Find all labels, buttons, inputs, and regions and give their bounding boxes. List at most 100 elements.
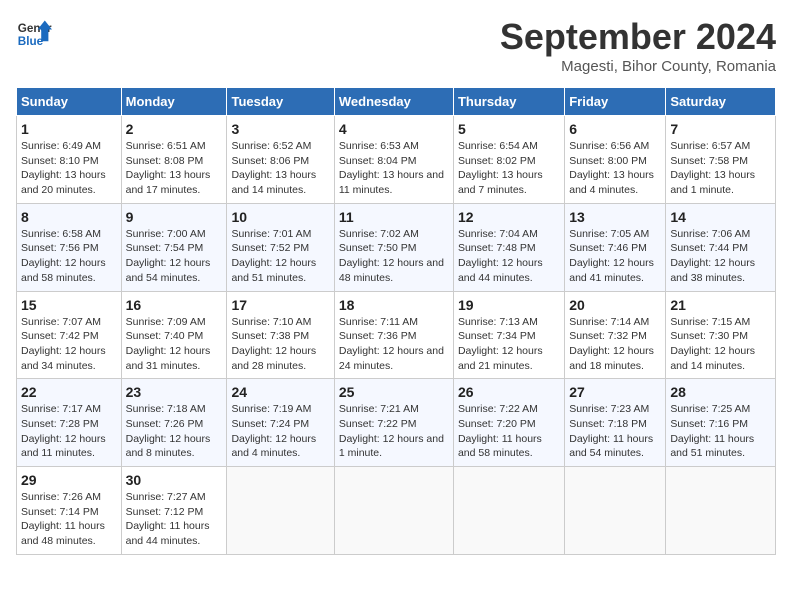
day-number: 8 [21,209,117,225]
day-number: 26 [458,384,560,400]
calendar-cell: 9Sunrise: 7:00 AMSunset: 7:54 PMDaylight… [121,203,227,291]
col-header-friday: Friday [565,88,666,116]
day-number: 12 [458,209,560,225]
calendar-cell: 26 Sunrise: 7:22 AMSunset: 7:20 PMDayligh… [453,379,564,467]
calendar-cell [565,467,666,555]
cell-details: Sunrise: 7:25 AMSunset: 7:16 PMDaylight:… [670,402,771,461]
cell-details: Sunrise: 7:01 AMSunset: 7:52 PMDaylight:… [231,227,329,286]
day-number: 20 [569,297,661,313]
calendar-cell: 23 Sunrise: 7:18 AMSunset: 7:26 PMDayligh… [121,379,227,467]
calendar-cell: 18 Sunrise: 7:11 AMSunset: 7:36 PMDayligh… [334,291,453,379]
calendar-cell: 6 Sunrise: 6:56 AMSunset: 8:00 PMDaylight… [565,116,666,204]
calendar-cell: 13Sunrise: 7:05 AMSunset: 7:46 PMDayligh… [565,203,666,291]
col-header-monday: Monday [121,88,227,116]
calendar-week-2: 8Sunrise: 6:58 AMSunset: 7:56 PMDaylight… [17,203,776,291]
cell-details: Sunrise: 7:26 AMSunset: 7:14 PMDaylight:… [21,490,117,549]
day-number: 24 [231,384,329,400]
cell-details: Sunrise: 7:07 AMSunset: 7:42 PMDaylight:… [21,315,117,374]
day-number: 11 [339,209,449,225]
cell-details: Sunrise: 7:06 AMSunset: 7:44 PMDaylight:… [670,227,771,286]
calendar-cell [334,467,453,555]
calendar-cell: 12 Sunrise: 7:04 AMSunset: 7:48 PMDayligh… [453,203,564,291]
day-number: 4 [339,121,449,137]
cell-details: Sunrise: 6:49 AMSunset: 8:10 PMDaylight:… [21,139,117,198]
calendar-cell: 1 Sunrise: 6:49 AMSunset: 8:10 PMDaylight… [17,116,122,204]
cell-details: Sunrise: 7:18 AMSunset: 7:26 PMDaylight:… [126,402,223,461]
cell-details: Sunrise: 6:54 AMSunset: 8:02 PMDaylight:… [458,139,560,198]
col-header-saturday: Saturday [666,88,776,116]
cell-details: Sunrise: 7:11 AMSunset: 7:36 PMDaylight:… [339,315,449,374]
day-number: 16 [126,297,223,313]
calendar-cell [453,467,564,555]
day-number: 2 [126,121,223,137]
cell-details: Sunrise: 7:00 AMSunset: 7:54 PMDaylight:… [126,227,223,286]
cell-details: Sunrise: 7:21 AMSunset: 7:22 PMDaylight:… [339,402,449,461]
col-header-thursday: Thursday [453,88,564,116]
day-number: 10 [231,209,329,225]
col-header-sunday: Sunday [17,88,122,116]
day-number: 3 [231,121,329,137]
day-number: 5 [458,121,560,137]
calendar-cell [227,467,334,555]
calendar-cell: 14Sunrise: 7:06 AMSunset: 7:44 PMDayligh… [666,203,776,291]
day-number: 29 [21,472,117,488]
calendar-cell: 2 Sunrise: 6:51 AMSunset: 8:08 PMDaylight… [121,116,227,204]
calendar-cell: 24Sunrise: 7:19 AMSunset: 7:24 PMDayligh… [227,379,334,467]
calendar-cell: 16 Sunrise: 7:09 AMSunset: 7:40 PMDayligh… [121,291,227,379]
calendar-week-4: 22Sunrise: 7:17 AMSunset: 7:28 PMDayligh… [17,379,776,467]
day-number: 1 [21,121,117,137]
title-block: September 2024 Magesti, Bihor County, Ro… [500,16,776,75]
day-number: 30 [126,472,223,488]
day-number: 15 [21,297,117,313]
svg-text:Blue: Blue [18,35,44,48]
calendar-cell: 29 Sunrise: 7:26 AMSunset: 7:14 PMDayligh… [17,467,122,555]
cell-details: Sunrise: 6:56 AMSunset: 8:00 PMDaylight:… [569,139,661,198]
calendar-week-5: 29 Sunrise: 7:26 AMSunset: 7:14 PMDayligh… [17,467,776,555]
col-header-wednesday: Wednesday [334,88,453,116]
calendar-cell: 11 Sunrise: 7:02 AMSunset: 7:50 PMDayligh… [334,203,453,291]
calendar-cell: 28 Sunrise: 7:25 AMSunset: 7:16 PMDayligh… [666,379,776,467]
day-number: 21 [670,297,771,313]
cell-details: Sunrise: 6:51 AMSunset: 8:08 PMDaylight:… [126,139,223,198]
col-header-tuesday: Tuesday [227,88,334,116]
calendar-table: SundayMondayTuesdayWednesdayThursdayFrid… [16,87,776,555]
day-number: 27 [569,384,661,400]
calendar-cell: 3Sunrise: 6:52 AMSunset: 8:06 PMDaylight… [227,116,334,204]
calendar-cell: 20 Sunrise: 7:14 AMSunset: 7:32 PMDayligh… [565,291,666,379]
cell-details: Sunrise: 7:04 AMSunset: 7:48 PMDaylight:… [458,227,560,286]
day-number: 18 [339,297,449,313]
cell-details: Sunrise: 7:02 AMSunset: 7:50 PMDaylight:… [339,227,449,286]
calendar-cell: 15 Sunrise: 7:07 AMSunset: 7:42 PMDayligh… [17,291,122,379]
page-title: September 2024 [500,16,776,58]
calendar-cell: 19Sunrise: 7:13 AMSunset: 7:34 PMDayligh… [453,291,564,379]
day-number: 28 [670,384,771,400]
cell-details: Sunrise: 7:09 AMSunset: 7:40 PMDaylight:… [126,315,223,374]
day-number: 23 [126,384,223,400]
cell-details: Sunrise: 7:23 AMSunset: 7:18 PMDaylight:… [569,402,661,461]
calendar-cell: 25 Sunrise: 7:21 AMSunset: 7:22 PMDayligh… [334,379,453,467]
calendar-cell: 21 Sunrise: 7:15 AMSunset: 7:30 PMDayligh… [666,291,776,379]
cell-details: Sunrise: 7:15 AMSunset: 7:30 PMDaylight:… [670,315,771,374]
calendar-cell: 30 Sunrise: 7:27 AMSunset: 7:12 PMDayligh… [121,467,227,555]
day-number: 13 [569,209,661,225]
calendar-week-3: 15 Sunrise: 7:07 AMSunset: 7:42 PMDayligh… [17,291,776,379]
calendar-cell [666,467,776,555]
cell-details: Sunrise: 7:17 AMSunset: 7:28 PMDaylight:… [21,402,117,461]
calendar-cell: 22Sunrise: 7:17 AMSunset: 7:28 PMDayligh… [17,379,122,467]
cell-details: Sunrise: 7:14 AMSunset: 7:32 PMDaylight:… [569,315,661,374]
cell-details: Sunrise: 7:27 AMSunset: 7:12 PMDaylight:… [126,490,223,549]
logo-icon: General Blue [16,16,52,52]
logo: General Blue [16,16,52,52]
cell-details: Sunrise: 6:53 AMSunset: 8:04 PMDaylight:… [339,139,449,198]
cell-details: Sunrise: 7:22 AMSunset: 7:20 PMDaylight:… [458,402,560,461]
cell-details: Sunrise: 7:13 AMSunset: 7:34 PMDaylight:… [458,315,560,374]
calendar-week-1: 1 Sunrise: 6:49 AMSunset: 8:10 PMDaylight… [17,116,776,204]
day-number: 7 [670,121,771,137]
page-subtitle: Magesti, Bihor County, Romania [500,58,776,75]
calendar-cell: 17Sunrise: 7:10 AMSunset: 7:38 PMDayligh… [227,291,334,379]
calendar-cell: 7 Sunrise: 6:57 AMSunset: 7:58 PMDaylight… [666,116,776,204]
cell-details: Sunrise: 7:10 AMSunset: 7:38 PMDaylight:… [231,315,329,374]
day-number: 25 [339,384,449,400]
day-number: 6 [569,121,661,137]
cell-details: Sunrise: 6:57 AMSunset: 7:58 PMDaylight:… [670,139,771,198]
